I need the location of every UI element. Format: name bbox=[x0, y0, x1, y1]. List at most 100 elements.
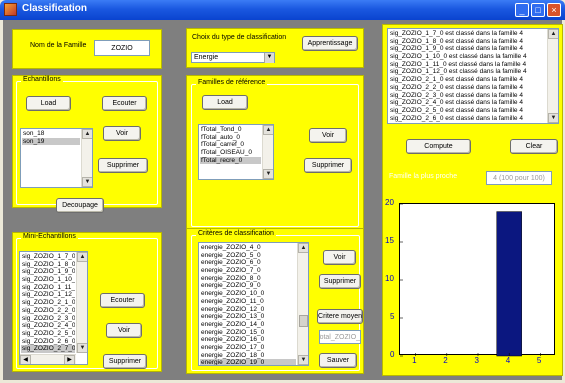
samples-scrollbar[interactable]: ▲ ▼ bbox=[81, 129, 92, 187]
familles-item[interactable]: fTotal_OISEAU_0 bbox=[200, 149, 261, 157]
mini-item[interactable]: sig_ZOZIO_2_2_0 bbox=[21, 307, 75, 315]
criteres-item[interactable]: energie_ZOZIO_18_0 bbox=[200, 352, 296, 360]
criteres-listbox[interactable]: energie_ZOZIO_4_0 energie_ZOZIO_5_0 energi… bbox=[198, 242, 309, 366]
compute-button[interactable]: Compute bbox=[406, 139, 471, 154]
supprimer-families-button[interactable]: Supprimer bbox=[304, 158, 352, 173]
criteres-item[interactable]: energie_ZOZIO_7_0 bbox=[200, 267, 296, 275]
load-families-button[interactable]: Load bbox=[202, 95, 248, 110]
decoupage-button[interactable]: Decoupage bbox=[56, 198, 104, 213]
scroll-up-icon[interactable]: ▲ bbox=[548, 29, 558, 39]
load-samples-button[interactable]: Load bbox=[26, 96, 71, 111]
criteres-item[interactable]: energie_ZOZIO_8_0 bbox=[200, 275, 296, 283]
criteres-item[interactable]: energie_ZOZIO_9_0 bbox=[200, 282, 296, 290]
familles-item[interactable]: fTotal_auto_0 bbox=[200, 134, 261, 142]
criteres-item[interactable]: energie_ZOZIO_17_0 bbox=[200, 344, 296, 352]
results-item[interactable]: sig_ZOZIO_2_4_0 est classé dans la famil… bbox=[389, 99, 546, 107]
mini-item[interactable]: sig_ZOZIO_1_11_ bbox=[21, 284, 75, 292]
mini-item[interactable]: sig_ZOZIO_1_8_0 bbox=[21, 261, 75, 269]
results-item[interactable]: sig_ZOZIO_2_6_0 est classé dans la famil… bbox=[389, 115, 546, 123]
criteres-item[interactable]: energie_ZOZIO_15_0 bbox=[200, 329, 296, 337]
voir-samples-button[interactable]: Voir bbox=[103, 126, 141, 141]
supprimer-mini-button[interactable]: Supprimer bbox=[103, 354, 147, 369]
mini-item[interactable]: sig_ZOZIO_1_12_ bbox=[21, 291, 75, 299]
results-item[interactable]: sig_ZOZIO_1_9_0 est classé dans la famil… bbox=[389, 45, 546, 53]
criteres-item[interactable]: energie_ZOZIO_4_0 bbox=[200, 244, 296, 252]
critere-moyen-button[interactable]: Critere moyen bbox=[317, 309, 363, 324]
families-scrollbar[interactable]: ▲ ▼ bbox=[262, 125, 273, 179]
family-name-field[interactable]: ZOZIO bbox=[94, 40, 150, 56]
minimize-button[interactable]: _ bbox=[515, 3, 529, 17]
samples-item[interactable]: son_18 bbox=[22, 130, 80, 138]
mini-item[interactable]: sig_ZOZIO_1_9_0 bbox=[21, 268, 75, 276]
familles-item[interactable]: fTotal_recre_0 bbox=[200, 156, 261, 165]
scroll-down-icon[interactable]: ▼ bbox=[77, 343, 87, 353]
criteres-item[interactable]: energie_ZOZIO_14_0 bbox=[200, 321, 296, 329]
classification-type-select[interactable]: Energie ▼ bbox=[191, 52, 275, 63]
scroll-down-icon[interactable]: ▼ bbox=[82, 177, 92, 187]
mini-legend: Mini-Echantillons bbox=[21, 233, 78, 240]
criteres-scrollbar[interactable]: ▲ ▼ bbox=[297, 243, 308, 365]
results-item[interactable]: sig_ZOZIO_1_7_0 est classé dans la famil… bbox=[389, 30, 546, 38]
scroll-up-icon[interactable]: ▲ bbox=[77, 252, 87, 262]
supprimer-samples-button[interactable]: Supprimer bbox=[98, 158, 148, 173]
criteres-item[interactable]: energie_ZOZIO_5_0 bbox=[200, 252, 296, 260]
apprentissage-button[interactable]: Apprentissage bbox=[302, 36, 358, 51]
mini-item[interactable]: sig_ZOZIO_2_1_0 bbox=[21, 299, 75, 307]
families-listbox[interactable]: fTotal_Tond_0 fTotal_auto_0 fTotal_carref_… bbox=[198, 124, 274, 180]
criteres-item[interactable]: energie_ZOZIO_13_0 bbox=[200, 313, 296, 321]
criteres-item[interactable]: energie_ZOZIO_6_0 bbox=[200, 259, 296, 267]
x-tick-label: 4 bbox=[505, 356, 511, 365]
mini-vscrollbar[interactable]: ▲ ▼ bbox=[76, 252, 87, 353]
familles-item[interactable]: fTotal_carref_0 bbox=[200, 141, 261, 149]
samples-item[interactable]: son_19 bbox=[22, 137, 80, 146]
maximize-button[interactable]: □ bbox=[531, 3, 545, 17]
mini-samples-listbox[interactable]: sig_ZOZIO_1_7_0 sig_ZOZIO_1_8_0 sig_ZOZIO_… bbox=[19, 251, 88, 365]
ecouter-samples-button[interactable]: Ecouter bbox=[102, 96, 147, 111]
results-listbox[interactable]: sig_ZOZIO_1_7_0 est classé dans la famil… bbox=[387, 28, 559, 124]
results-item[interactable]: sig_ZOZIO_1_12_0 est classé dans la fami… bbox=[389, 68, 546, 76]
dropdown-arrow-icon[interactable]: ▼ bbox=[264, 53, 274, 63]
voir-mini-button[interactable]: Voir bbox=[106, 323, 142, 338]
results-item[interactable]: sig_ZOZIO_2_5_0 est classé dans la famil… bbox=[389, 107, 546, 115]
scroll-up-icon[interactable]: ▲ bbox=[298, 243, 308, 253]
supprimer-criteres-button[interactable]: Supprimer bbox=[319, 274, 361, 289]
criteres-item[interactable]: energie_ZOZIO_10_0 bbox=[200, 290, 296, 298]
scroll-up-icon[interactable]: ▲ bbox=[82, 129, 92, 139]
mini-item[interactable]: sig_ZOZIO_1_10_ bbox=[21, 276, 75, 284]
scroll-down-icon[interactable]: ▼ bbox=[263, 169, 273, 179]
familles-item[interactable]: fTotal_Tond_0 bbox=[200, 126, 261, 134]
window-title: Classification bbox=[22, 3, 88, 14]
samples-listbox[interactable]: son_18 son_19 ▲ ▼ bbox=[20, 128, 93, 188]
results-item[interactable]: sig_ZOZIO_1_11_0 est classé dans la fami… bbox=[389, 61, 546, 69]
mini-item[interactable]: sig_ZOZIO_2_4_0 bbox=[21, 322, 75, 330]
results-item[interactable]: sig_ZOZIO_1_8_0 est classé dans la famil… bbox=[389, 38, 546, 46]
ecouter-mini-button[interactable]: Ecouter bbox=[100, 293, 145, 308]
scroll-down-icon[interactable]: ▼ bbox=[298, 355, 308, 365]
scroll-left-icon[interactable]: ◀ bbox=[20, 355, 31, 364]
scroll-thumb[interactable] bbox=[299, 315, 308, 327]
mini-hscrollbar[interactable]: ◀ ▶ bbox=[20, 354, 76, 364]
total-field[interactable]: Total_ZOZIO_0 bbox=[319, 330, 361, 344]
scroll-up-icon[interactable]: ▲ bbox=[263, 125, 273, 135]
results-scrollbar[interactable]: ▲ ▼ bbox=[547, 29, 558, 123]
mini-item[interactable]: sig_ZOZIO_2_6_0 bbox=[21, 338, 75, 346]
criteres-item[interactable]: energie_ZOZIO_16_0 bbox=[200, 336, 296, 344]
results-item[interactable]: sig_ZOZIO_2_1_0 est classé dans la famil… bbox=[389, 76, 546, 84]
clear-button[interactable]: Clear bbox=[510, 139, 558, 154]
criteres-item[interactable]: energie_ZOZIO_11_0 bbox=[200, 298, 296, 306]
criteres-item[interactable]: energie_ZOZIO_12_0 bbox=[200, 306, 296, 314]
mini-item[interactable]: sig_ZOZIO_2_3_0 bbox=[21, 315, 75, 323]
results-item[interactable]: sig_ZOZIO_1_10_0 est classé dans la fami… bbox=[389, 53, 546, 61]
mini-item[interactable]: sig_ZOZIO_2_5_0 bbox=[21, 330, 75, 338]
close-button[interactable]: × bbox=[547, 3, 561, 17]
voir-families-button[interactable]: Voir bbox=[309, 128, 347, 143]
results-item[interactable]: sig_ZOZIO_2_3_0 est classé dans la famil… bbox=[389, 92, 546, 100]
mini-item[interactable]: sig_ZOZIO_1_7_0 bbox=[21, 253, 75, 261]
results-item[interactable]: sig_ZOZIO_2_2_0 est classé dans la famil… bbox=[389, 84, 546, 92]
sauver-button[interactable]: Sauver bbox=[319, 353, 357, 368]
criteres-item[interactable]: energie_ZOZIO_19_0 bbox=[200, 359, 296, 365]
voir-criteres-button[interactable]: Voir bbox=[323, 250, 356, 265]
mini-item[interactable]: sig_ZOZIO_2_7_0 bbox=[21, 345, 75, 353]
scroll-down-icon[interactable]: ▼ bbox=[548, 113, 558, 123]
scroll-right-icon[interactable]: ▶ bbox=[64, 355, 75, 364]
